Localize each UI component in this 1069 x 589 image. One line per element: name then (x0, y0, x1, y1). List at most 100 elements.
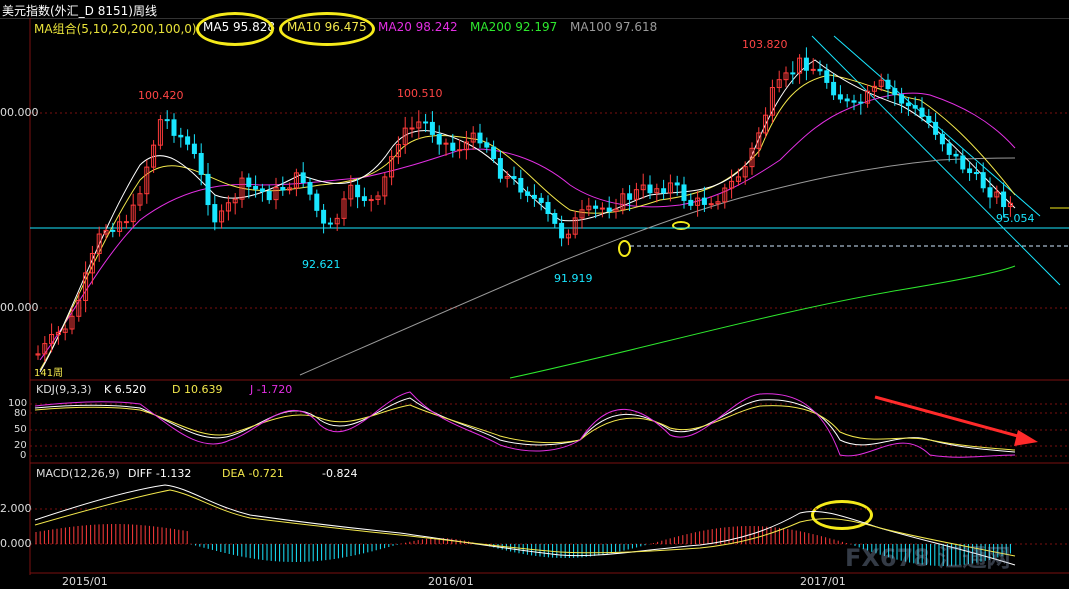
candle-body (552, 213, 558, 224)
time-label-2016: 2016/01 (428, 575, 474, 588)
candle-body (939, 133, 945, 145)
annotation-high-2016: 100.510 (397, 87, 443, 100)
candle-body (606, 207, 612, 212)
candle-body (946, 143, 952, 155)
candle-body (314, 193, 320, 211)
candle-body (497, 158, 503, 179)
candle-body (661, 188, 667, 194)
kdj-axis-50: 50 (14, 424, 27, 435)
ma100-line (299, 157, 1016, 376)
candle-body (327, 222, 333, 225)
watermark: FX678 汇通网 (845, 544, 1011, 572)
candle-body (477, 132, 483, 144)
candle-body (919, 107, 925, 117)
candle-body (790, 72, 796, 75)
kdj-j-value: J -1.720 (250, 383, 293, 396)
candle-body (457, 149, 463, 152)
candle-body (831, 81, 837, 96)
time-label-2015: 2015/01 (62, 575, 108, 588)
candle-body (321, 209, 327, 224)
candle-body (858, 101, 864, 104)
candle-body (307, 182, 313, 195)
candle-body (423, 121, 429, 124)
candle-body (185, 136, 191, 145)
candle-body (518, 177, 524, 193)
candle-body (926, 115, 932, 123)
downtrend-arrow-shaft (874, 395, 1026, 440)
candle-body (368, 199, 374, 202)
candle-body (300, 172, 306, 184)
candle-body (191, 143, 197, 155)
macd-axis-0: 0.000 (0, 537, 32, 550)
candle-body (905, 102, 911, 107)
candle-body (361, 196, 367, 201)
candle-body (803, 57, 809, 71)
kdj-d-value: D 10.639 (172, 383, 223, 396)
candle-body (953, 153, 959, 157)
candle-body (980, 172, 986, 189)
candle-body (701, 197, 707, 205)
candle-body (987, 187, 993, 198)
candle-body (599, 207, 605, 210)
candle-body (409, 127, 415, 130)
candle-body (674, 182, 680, 186)
candle-body (171, 119, 177, 136)
candle-body (973, 172, 979, 175)
candle-body (851, 100, 857, 103)
candle-body (559, 222, 565, 239)
candle-body (545, 201, 551, 215)
candle-body (960, 155, 966, 170)
candle-body (511, 176, 517, 179)
candle-body (627, 193, 633, 200)
candle-body (967, 168, 973, 174)
kdj-axis-80: 80 (14, 408, 27, 419)
candle-body (837, 94, 843, 100)
candle-body (531, 194, 537, 199)
candle-body (280, 186, 286, 191)
candle-body (885, 79, 891, 90)
annotation-high-2017: 103.820 (742, 38, 788, 51)
annotation-low-2016: 91.919 (554, 272, 593, 285)
price-axis-label-upper: 00.000 (0, 106, 39, 119)
candle-body (892, 88, 898, 96)
candle-body (253, 185, 259, 190)
candle-body (205, 173, 211, 206)
candle-body (110, 229, 116, 232)
candle-body (647, 184, 653, 194)
candle-body (212, 204, 218, 223)
candle-body (491, 146, 497, 160)
macd-axis-2: 2.000 (0, 502, 32, 515)
candle-body (593, 205, 599, 209)
candle-body (123, 221, 129, 224)
macd-diff-value: DIFF -1.132 (128, 467, 192, 480)
candle-body (899, 94, 905, 104)
candle-body (912, 105, 918, 109)
candle-body (178, 134, 184, 138)
candle-body (681, 184, 687, 201)
ma20-line (39, 92, 1016, 361)
candle-body (443, 142, 449, 145)
candle-body (844, 98, 850, 102)
annotation-high-2015: 100.420 (138, 89, 184, 102)
candle-body (817, 68, 823, 72)
candle-body (436, 133, 442, 145)
candle-body (198, 153, 204, 175)
kdj-k-value: K 6.520 (104, 383, 147, 396)
candle-body (355, 184, 361, 198)
candle-body (266, 190, 272, 201)
period-label: 141周 (34, 368, 64, 379)
candle-body (164, 119, 170, 122)
kdj-j-line (34, 391, 1016, 458)
kdj-k-line (34, 397, 1016, 453)
candle-body (933, 121, 939, 135)
candle-body (259, 188, 265, 192)
annotation-last-price: 95.054 (996, 212, 1035, 225)
kdj-axis-0: 0 (20, 450, 27, 461)
ma5-line (39, 59, 1016, 373)
macd-dea-value: DEA -0.721 (222, 467, 284, 480)
kdj-d-line (34, 404, 1016, 451)
macd-header: MACD(12,26,9) (36, 467, 120, 480)
annotation-low-2015: 92.621 (302, 258, 341, 271)
candle-body (525, 191, 531, 196)
kdj-header: KDJ(9,3,3) (36, 383, 92, 396)
